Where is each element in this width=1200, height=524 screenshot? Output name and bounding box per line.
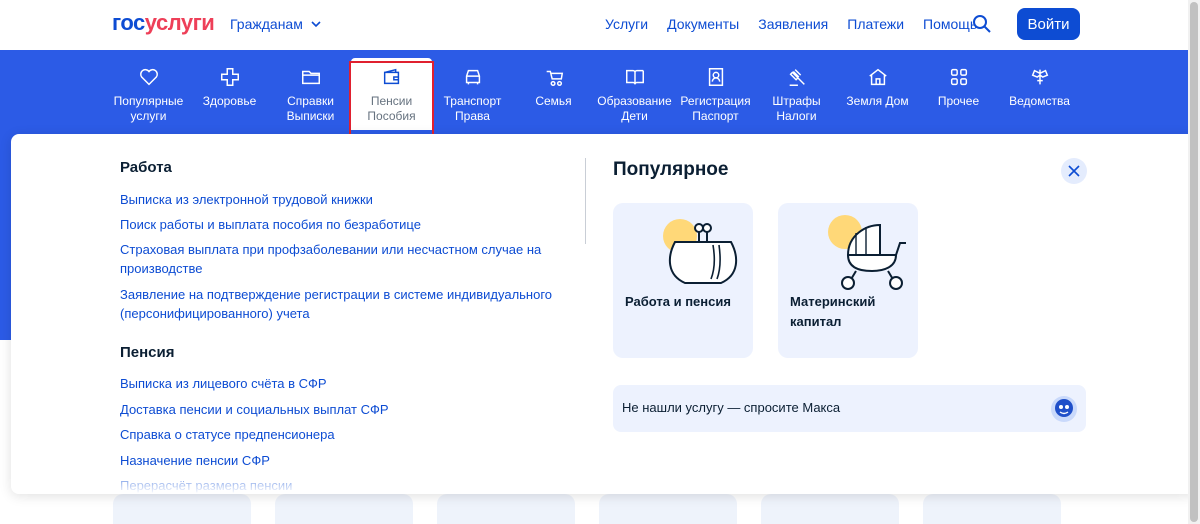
popular-card-maternity-capital[interactable]: Материнский капитал xyxy=(778,203,918,358)
category-label: Справки xyxy=(287,94,334,108)
stroller-icon xyxy=(841,223,906,290)
audience-label: Гражданам xyxy=(230,16,303,32)
plus-cross-icon xyxy=(219,66,241,88)
ask-assistant-bar[interactable]: Не нашли услугу — спросите Макса xyxy=(613,385,1086,432)
service-card-peek xyxy=(761,494,899,524)
category-pensions[interactable]: Пенсии Пособия xyxy=(351,58,432,130)
category-label: Здоровье xyxy=(202,94,257,108)
link-job-search[interactable]: Поиск работы и выплата пособия по безраб… xyxy=(120,215,560,234)
link-pension-delivery[interactable]: Доставка пенсии и социальных выплат СФР xyxy=(120,400,560,419)
gosuslugi-logo[interactable]: госуслуги xyxy=(112,10,215,36)
audience-dropdown[interactable]: Гражданам xyxy=(230,16,321,32)
category-label: Права xyxy=(455,109,490,123)
ask-assistant-text: Не нашли услугу — спросите Макса xyxy=(622,400,841,415)
popular-card-work-pension[interactable]: Работа и пенсия xyxy=(613,203,753,358)
category-label: Популярные xyxy=(113,94,184,108)
id-card-icon xyxy=(705,66,727,88)
category-label: Пособия xyxy=(367,109,416,123)
scrollbar-thumb[interactable] xyxy=(1190,2,1198,522)
category-label: Образование xyxy=(597,94,672,108)
link-work-book-extract[interactable]: Выписка из электронной трудовой книжки xyxy=(120,190,560,209)
category-label: Прочее xyxy=(937,94,980,108)
nav-documents[interactable]: Документы xyxy=(667,16,739,32)
category-registration[interactable]: Регистрация Паспорт xyxy=(675,58,756,130)
logo-part-uslugi: услуги xyxy=(144,10,215,35)
car-icon xyxy=(462,66,484,88)
emblem-icon xyxy=(1029,66,1051,88)
category-land-house[interactable]: Земля Дом xyxy=(837,58,918,130)
category-label: Налоги xyxy=(776,109,817,123)
category-other[interactable]: Прочее xyxy=(918,58,999,130)
section-title-work: Работа xyxy=(120,159,172,176)
card-label: Работа и пенсия xyxy=(625,294,731,309)
link-pre-pensioner-status[interactable]: Справка о статусе предпенсионера xyxy=(120,425,560,444)
category-family[interactable]: Семья xyxy=(513,58,594,130)
purse-icon xyxy=(668,223,738,284)
grid-icon xyxy=(948,66,970,88)
section-title-pension: Пенсия xyxy=(120,344,175,361)
category-certificates[interactable]: Справки Выписки xyxy=(270,58,351,130)
service-card-peek xyxy=(275,494,413,524)
service-card-peek xyxy=(599,494,737,524)
nav-services[interactable]: Услуги xyxy=(605,16,648,32)
nav-applications[interactable]: Заявления xyxy=(758,16,828,32)
category-label: Выписки xyxy=(286,109,335,123)
page-scrollbar[interactable] xyxy=(1188,0,1200,524)
link-registration-confirmation[interactable]: Заявление на подтверждение регистрации в… xyxy=(120,285,560,323)
category-label: Семья xyxy=(535,94,572,108)
category-transport[interactable]: Транспорт Права xyxy=(432,58,513,130)
category-label: Пенсии xyxy=(370,94,413,108)
header: госуслуги Гражданам Услуги Документы Зая… xyxy=(0,0,1200,50)
category-dropdown-panel: Работа Выписка из электронной трудовой к… xyxy=(11,134,1196,494)
folder-icon xyxy=(300,66,322,88)
top-nav: Услуги Документы Заявления Платежи Помощ… xyxy=(605,16,977,32)
service-card-peek xyxy=(437,494,575,524)
category-label: Ведомства xyxy=(1009,94,1070,108)
login-button[interactable]: Войти xyxy=(1017,8,1080,40)
robot-assistant-icon xyxy=(1051,396,1077,422)
nav-help[interactable]: Помощь xyxy=(923,16,977,32)
category-label: Транспорт xyxy=(443,94,502,108)
search-icon[interactable] xyxy=(972,14,992,34)
card-label: Материнский капитал xyxy=(790,294,876,329)
category-health[interactable]: Здоровье xyxy=(189,58,270,130)
link-pension-recalculation[interactable]: Перерасчёт размера пенсии xyxy=(120,476,560,494)
divider xyxy=(585,158,586,244)
house-icon xyxy=(867,66,889,88)
nav-payments[interactable]: Платежи xyxy=(847,16,904,32)
category-agencies[interactable]: Ведомства xyxy=(999,58,1080,130)
service-card-peek xyxy=(113,494,251,524)
category-fines[interactable]: Штрафы Налоги xyxy=(756,58,837,130)
link-account-extract[interactable]: Выписка из лицевого счёта в СФР xyxy=(120,374,560,393)
category-label: услуги xyxy=(130,109,167,123)
book-icon xyxy=(624,66,646,88)
heart-icon xyxy=(138,66,160,88)
close-icon xyxy=(1068,165,1080,177)
category-popular[interactable]: Популярные услуги xyxy=(108,58,189,130)
category-label: Регистрация xyxy=(680,94,751,108)
link-insurance-payment[interactable]: Страховая выплата при профзаболевании ил… xyxy=(120,240,560,278)
category-education[interactable]: Образование Дети xyxy=(594,58,675,130)
close-button[interactable] xyxy=(1061,158,1087,184)
logo-part-gos: гос xyxy=(112,10,145,35)
popular-title: Популярное xyxy=(613,159,729,180)
chevron-down-icon xyxy=(311,21,321,28)
stroller-icon xyxy=(543,66,565,88)
category-label: Дети xyxy=(621,109,648,123)
gavel-icon xyxy=(786,66,808,88)
category-label: Паспорт xyxy=(692,109,739,123)
service-card-peek xyxy=(923,494,1061,524)
category-label: Земля Дом xyxy=(846,94,909,108)
category-nav: Популярные услуги Здоровье Справки Выпис… xyxy=(108,58,1080,130)
category-label: Штрафы xyxy=(772,94,821,108)
link-pension-assignment[interactable]: Назначение пенсии СФР xyxy=(120,451,560,470)
wallet-icon xyxy=(381,66,403,88)
